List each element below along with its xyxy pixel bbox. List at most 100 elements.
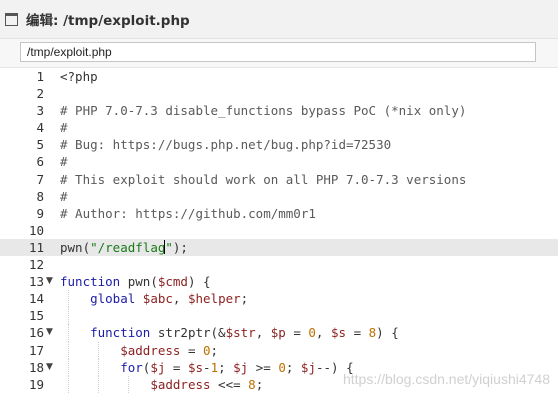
indent-guide: [67, 307, 69, 325]
code-line[interactable]: 16 ▼ function str2ptr(&$str, $p = 0, $s =…: [0, 324, 558, 342]
code-text: #: [60, 188, 68, 205]
line-number: 5: [36, 137, 44, 153]
code-token: # Author: https://github.com/mm0r1: [60, 205, 316, 221]
code-token: ;: [210, 342, 219, 358]
code-line[interactable]: 15: [0, 307, 558, 325]
line-number: 12: [28, 257, 44, 273]
file-path-input[interactable]: [20, 42, 536, 62]
line-number: 10: [28, 222, 44, 238]
watermark: https://blog.csdn.net/yiqiushi4748: [342, 371, 550, 387]
indent-guide: [67, 375, 69, 393]
code-token: ;: [285, 359, 301, 375]
window-icon: [5, 12, 18, 26]
code-line[interactable]: 7 # This exploit should work on all PHP 7…: [0, 171, 558, 188]
code-line[interactable]: 14 global $abc, $helper;: [0, 290, 558, 308]
code-token: # Bug: https://bugs.php.net/bug.php?id=7…: [60, 137, 392, 153]
code-line[interactable]: 11 pwn("/readflag");: [0, 238, 558, 257]
line-number: 17: [28, 342, 44, 358]
code-token: $cmd: [157, 274, 188, 290]
code-token: $address: [120, 342, 181, 358]
fold-toggle-icon[interactable]: ▼: [46, 324, 56, 341]
code-token: function: [60, 325, 151, 341]
line-number: 16: [28, 325, 44, 341]
code-token: $address: [150, 376, 211, 392]
code-token: =: [285, 325, 309, 341]
code-token: #: [60, 154, 68, 170]
code-token: $p: [270, 325, 286, 341]
code-token: 1: [210, 359, 219, 375]
code-token: pwn(: [60, 239, 91, 255]
code-token: <?php: [60, 69, 98, 84]
path-bar: [0, 39, 558, 68]
line-number: 1: [36, 69, 44, 84]
indent-guide: [97, 358, 99, 376]
window-title: 编辑: /tmp/exploit.php: [26, 13, 190, 29]
code-token: ;: [218, 359, 234, 375]
code-text: $address = 0;: [60, 342, 218, 359]
line-number: 3: [36, 103, 44, 119]
code-text: #: [60, 153, 68, 170]
code-line[interactable]: 1 <?php: [0, 68, 558, 85]
code-text: function pwn($cmd) {: [60, 273, 211, 290]
code-token: <<=: [210, 376, 249, 392]
code-token: pwn(: [120, 274, 158, 290]
fold-toggle-icon[interactable]: ▼: [46, 359, 56, 376]
code-editor[interactable]: 1 <?php 2 3 # PHP 7.0-7.3 disable_functions …: [0, 68, 558, 393]
code-token: =: [180, 342, 204, 358]
line-number: 19: [28, 376, 44, 392]
code-token: ;: [240, 291, 249, 307]
code-token: ) {: [187, 274, 211, 290]
code-line[interactable]: 5 # Bug: https://bugs.php.net/bug.php?id=…: [0, 136, 558, 153]
indent-guide: [97, 375, 99, 393]
code-token: $helper: [187, 291, 241, 307]
code-token: $s: [187, 359, 204, 375]
code-line[interactable]: 4 #: [0, 119, 558, 136]
code-token: ) {: [376, 325, 399, 341]
code-token: -: [203, 359, 211, 375]
fold-toggle-icon[interactable]: ▼: [46, 273, 56, 290]
code-token: ,: [172, 291, 188, 307]
code-token: function: [60, 274, 121, 290]
indent-guide: [67, 324, 69, 342]
code-token: str2ptr(&: [150, 325, 226, 341]
code-line[interactable]: 6 #: [0, 153, 558, 170]
code-line[interactable]: 13 ▼ function pwn($cmd) {: [0, 273, 558, 290]
code-text: pwn("/readflag");: [60, 239, 188, 256]
code-token: "/readflag: [90, 239, 166, 255]
code-token: $s: [330, 325, 347, 341]
code-token: >=: [248, 359, 279, 375]
code-token: 0: [278, 359, 286, 375]
indent-guide: [67, 358, 69, 376]
code-line[interactable]: 2: [0, 85, 558, 102]
window-titlebar: 编辑: /tmp/exploit.php: [0, 0, 558, 39]
code-text: global $abc, $helper;: [60, 290, 248, 307]
code-token: ,: [315, 325, 331, 341]
code-line[interactable]: 12: [0, 256, 558, 273]
code-line[interactable]: 3 # PHP 7.0-7.3 disable_functions bypass …: [0, 102, 558, 119]
code-text: for($j = $s-1; $j >= 0; $j--) {: [60, 359, 353, 376]
code-token: ": [165, 239, 173, 255]
line-number: 4: [36, 120, 44, 136]
line-number: 7: [36, 171, 44, 187]
line-number: 6: [36, 154, 44, 170]
indent-guide: [67, 290, 69, 308]
code-token: 0: [308, 325, 316, 341]
line-number: 15: [28, 308, 44, 324]
line-number: 8: [36, 188, 44, 204]
code-token: $j: [233, 359, 249, 375]
line-number: 18: [28, 359, 44, 375]
code-line[interactable]: 17 $address = 0;: [0, 341, 558, 359]
code-token: 8: [248, 376, 256, 392]
code-token: ;: [255, 376, 264, 392]
code-line[interactable]: 9 # Author: https://github.com/mm0r1: [0, 205, 558, 222]
code-line[interactable]: 10: [0, 222, 558, 239]
code-text: #: [60, 119, 68, 136]
line-number: 11: [28, 239, 44, 255]
code-token: # This exploit should work on all PHP 7.…: [60, 171, 467, 187]
code-token: =: [346, 325, 369, 341]
code-token: #: [60, 188, 68, 204]
code-token: $abc: [142, 291, 173, 307]
code-line[interactable]: 8 #: [0, 188, 558, 205]
